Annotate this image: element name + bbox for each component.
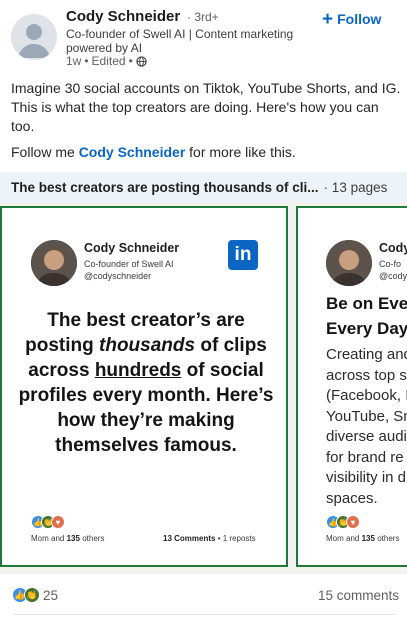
slide-author-subtitle: Co-fo @cody [379,259,407,281]
slide-author-subtitle: Co-founder of Swell AI @codyschneider [84,259,174,281]
slide-reaction-icons: 👍 👏 ♥ [326,515,360,529]
reaction-icons[interactable]: 👍 👏 [12,587,40,603]
author-avatar[interactable] [11,14,57,60]
slide-author-avatar [326,240,372,286]
globe-icon [136,55,147,67]
comments-count-link[interactable]: 15 comments [318,588,399,603]
heart-icon: ♥ [51,515,65,529]
slide-body-text: Creating and across top s (Facebook, I Y… [326,346,407,507]
slide-author-name: Cody [379,241,407,255]
post-meta: 1w • Edited • [66,54,147,68]
follow-suffix: for more like this. [189,144,296,160]
document-title-bar[interactable]: The best creators are posting thousands … [0,172,407,202]
carousel-slide-2[interactable]: Cody Co-fo @cody Be on Eve Every Day Cre… [296,206,407,567]
carousel-slide-1[interactable]: Cody Schneider Co-founder of Swell AI @c… [0,206,288,567]
slide-reaction-icons: 👍 👏 ♥ [31,515,65,529]
slide-author-avatar [31,240,77,286]
clapping-hands-icon: 👏 [24,587,40,603]
heart-icon: ♥ [346,515,360,529]
follow-callout: Follow me Cody Schneider for more like t… [11,144,296,160]
social-counts-bar: 👍 👏 25 15 comments [0,581,407,609]
document-title: The best creators are posting thousands … [11,179,319,195]
author-headline: Co-founder of Swell AI | Content marketi… [66,27,294,55]
slide-title: Be on Eve Every Day [326,294,407,338]
slide-reaction-text: Mom and 135 others [326,534,400,543]
slide-body-text: The best creator’s are posting thousands… [18,310,274,456]
edited-label: Edited [91,54,126,68]
slide-comment-count: 13 Comments • 1 reposts [163,534,256,543]
post-time: 1w [66,54,82,68]
slide-reaction-text: Mom and 135 others [31,534,105,543]
reaction-count[interactable]: 25 [43,588,58,603]
follow-label: Follow [337,11,382,27]
divider [12,614,395,615]
document-carousel[interactable]: Cody Schneider Co-founder of Swell AI @c… [0,202,407,574]
post-text: Imagine 30 social accounts on Tiktok, Yo… [11,80,401,134]
slide-author-name: Cody Schneider [84,241,180,255]
follow-button[interactable]: + Follow [322,8,381,30]
linkedin-logo-icon: in [228,240,258,270]
document-page-count: · 13 pages [323,179,388,195]
plus-icon: + [322,8,334,30]
author-mention-link[interactable]: Cody Schneider [79,144,186,160]
follow-prefix: Follow me [11,144,75,160]
connection-degree: · 3rd+ [187,10,219,24]
post-header: Cody Schneider · 3rd+ Co-founder of Swel… [0,0,407,78]
author-name[interactable]: Cody Schneider [66,8,180,25]
